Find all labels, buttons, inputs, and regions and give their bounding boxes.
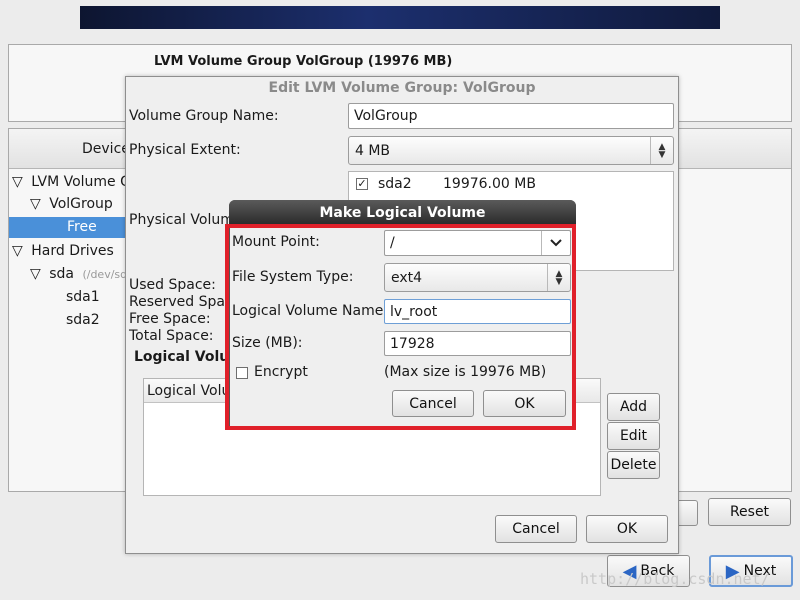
device-column-label: Device xyxy=(82,141,130,157)
edit-lv-button[interactable]: Edit xyxy=(607,422,660,450)
expander-icon: ▽ xyxy=(30,196,41,212)
updown-arrows-icon: ▲ ▼ xyxy=(650,137,673,164)
vg-name-label: Volume Group Name: xyxy=(129,108,279,124)
physical-extent-select[interactable]: 4 MB ▲ ▼ xyxy=(348,136,674,165)
physical-volumes-label: Physical Volum xyxy=(129,212,234,228)
reserved-space-label: Reserved Spac xyxy=(129,294,233,310)
expander-icon: ▽ xyxy=(12,174,23,190)
watermark-text: http://blog.csdn.net/ xyxy=(580,570,770,588)
group-header-text: LVM Volume Group VolGroup (19976 MB) xyxy=(154,54,453,69)
edit-vg-cancel-button[interactable]: Cancel xyxy=(495,515,577,543)
pv-sda2-checkbox[interactable]: ✓ xyxy=(356,178,368,190)
total-space-label: Total Space: xyxy=(129,328,214,344)
lv-table-header-label: Logical Volu xyxy=(147,383,231,399)
chevron-down-icon[interactable] xyxy=(541,231,570,255)
encrypt-checkbox[interactable] xyxy=(236,367,248,379)
make-lv-cancel-button[interactable]: Cancel xyxy=(392,390,474,417)
tree-item-lvm-volume-groups[interactable]: ▽ LVM Volume G xyxy=(12,174,131,190)
physical-extent-label: Physical Extent: xyxy=(129,142,241,158)
pv-item-size: 19976.00 MB xyxy=(443,176,536,192)
vg-name-input[interactable]: VolGroup xyxy=(348,103,674,129)
make-lv-ok-button[interactable]: OK xyxy=(483,390,566,417)
edit-vg-ok-button[interactable]: OK xyxy=(586,515,668,543)
edit-vg-dialog-title: Edit LVM Volume Group: VolGroup xyxy=(268,80,536,96)
lv-name-input[interactable]: lv_root xyxy=(384,299,571,324)
fs-type-label: File System Type: xyxy=(232,269,354,285)
tree-item-hard-drives[interactable]: ▽ Hard Drives xyxy=(12,243,114,259)
tree-item-free[interactable]: Free xyxy=(9,217,127,238)
encrypt-label: Encrypt xyxy=(254,364,308,380)
check-icon: ✓ xyxy=(357,177,367,190)
add-lv-button[interactable]: Add xyxy=(607,393,660,421)
tree-item-sda[interactable]: ▽ sda (/dev/sda xyxy=(30,266,134,282)
updown-arrows-icon: ▲ ▼ xyxy=(547,264,570,291)
tree-item-sda2[interactable]: sda2 xyxy=(66,312,100,328)
lv-name-label: Logical Volume Name: xyxy=(232,303,389,319)
free-space-label: Free Space: xyxy=(129,311,211,327)
tree-item-sda1[interactable]: sda1 xyxy=(66,289,100,305)
size-input[interactable]: 17928 xyxy=(384,331,571,356)
mount-point-label: Mount Point: xyxy=(232,234,320,250)
tree-item-volgroup[interactable]: ▽ VolGroup xyxy=(30,196,113,212)
size-label: Size (MB): xyxy=(232,335,303,351)
fs-type-select[interactable]: ext4 ▲ ▼ xyxy=(384,263,571,292)
reset-button[interactable]: Reset xyxy=(708,498,791,526)
mount-point-combo[interactable]: / xyxy=(384,230,571,256)
used-space-label: Used Space: xyxy=(129,277,216,293)
pv-item-name: sda2 xyxy=(378,176,412,192)
outer-partial-button[interactable] xyxy=(676,500,698,526)
max-size-text: (Max size is 19976 MB) xyxy=(384,364,547,380)
make-lv-dialog-title: Make Logical Volume xyxy=(229,200,576,225)
expander-icon: ▽ xyxy=(30,266,41,282)
delete-lv-button[interactable]: Delete xyxy=(607,451,660,479)
logical-volumes-section-label: Logical Volu xyxy=(134,349,230,365)
top-banner xyxy=(80,6,720,29)
expander-icon: ▽ xyxy=(12,243,23,259)
